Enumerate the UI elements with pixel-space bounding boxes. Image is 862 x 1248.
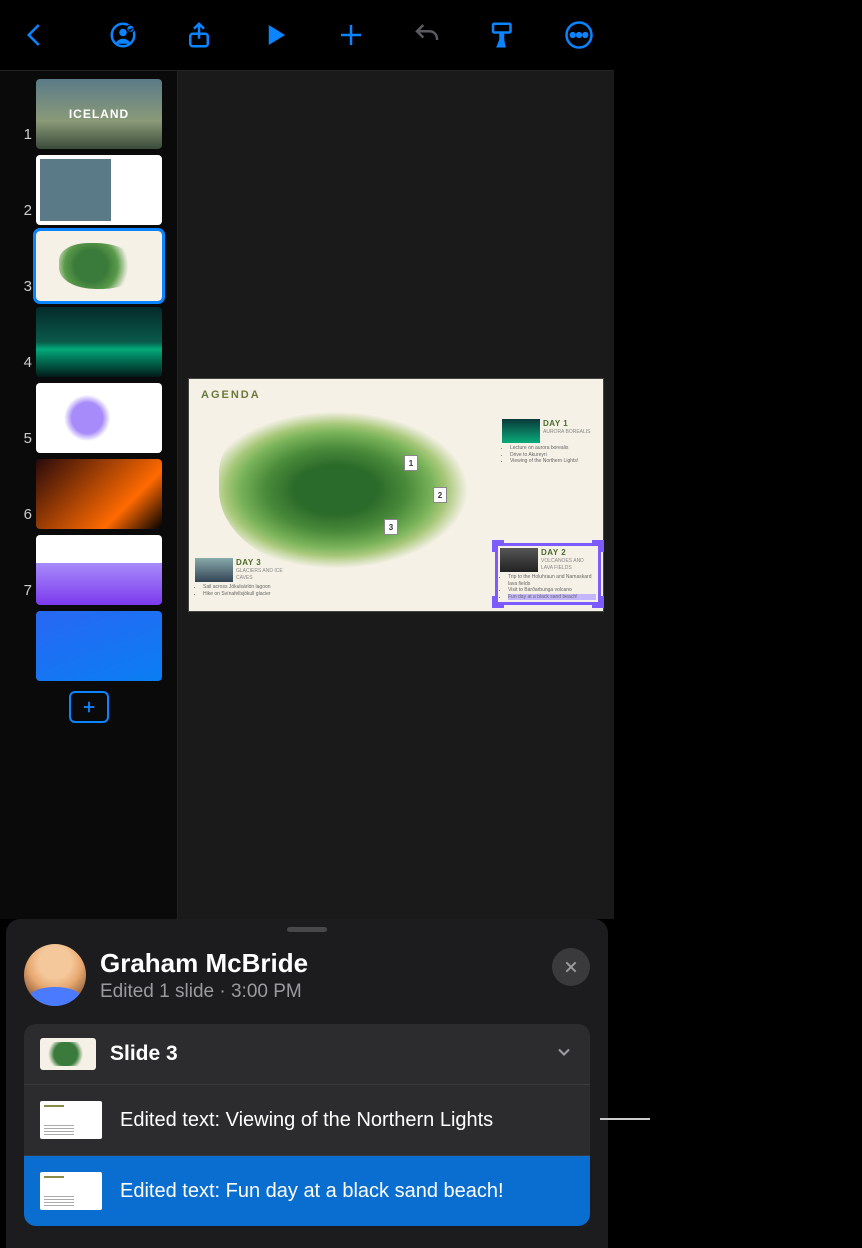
thumbnail-3[interactable]: 3 [4,229,173,303]
more-button[interactable] [554,10,604,60]
thumbnail-1[interactable]: 1 ICELAND [4,77,173,151]
edit-preview-icon [40,1172,102,1210]
close-button[interactable] [552,948,590,986]
thumbnail-6[interactable]: 6 [4,457,173,531]
day-1-box[interactable]: DAY 1AURORA BOREALIS Lecture on aurora b… [502,419,597,465]
slide-title: AGENDA [201,389,261,401]
day-2-box-selected[interactable]: DAY 2VOLCANOES AND LAVA FIELDS Trip to t… [497,545,599,603]
format-button[interactable] [478,10,528,60]
callout-line [600,1118,650,1120]
play-button[interactable] [250,10,300,60]
map-pin-1: 1 [404,455,418,471]
day-3-box[interactable]: DAY 3GLACIERS AND ICE CAVES Sail across … [195,558,290,597]
add-slide-button[interactable] [69,691,109,723]
edit-preview-icon [40,1101,102,1139]
add-button[interactable] [326,10,376,60]
slide-canvas[interactable]: AGENDA 1 2 3 DAY 1AURORA BOREALIS Lectur… [178,71,614,919]
editor-name: Graham McBride [100,948,308,979]
thumbnail-4[interactable]: 4 [4,305,173,379]
activity-meta: Edited 1 slide · 3:00 PM [100,981,308,1003]
slide[interactable]: AGENDA 1 2 3 DAY 1AURORA BOREALIS Lectur… [189,379,603,611]
card-title: Slide 3 [110,1042,540,1066]
toolbar [0,0,614,70]
activity-card: Slide 3 Edited text: Viewing of the Nort… [24,1024,590,1226]
thumbnail-5[interactable]: 5 [4,381,173,455]
card-header[interactable]: Slide 3 [24,1024,590,1085]
avatar [24,944,86,1006]
collaborate-button[interactable] [98,10,148,60]
activity-panel: Graham McBride Edited 1 slide · 3:00 PM … [6,919,608,1248]
back-button[interactable] [10,10,60,60]
map-pin-3: 3 [384,519,398,535]
thumbnail-2[interactable]: 2 [4,153,173,227]
thumbnail-8[interactable] [4,609,173,683]
map-pin-2: 2 [433,487,447,503]
edit-row-2-selected[interactable]: Edited text: Fun day at a black sand bea… [24,1156,590,1226]
slide-thumbnail-icon [40,1038,96,1070]
chevron-down-icon [554,1042,574,1067]
thumbnail-7[interactable]: 7 [4,533,173,607]
slide-navigator[interactable]: 1 ICELAND 2 3 4 5 6 [0,71,178,919]
share-button[interactable] [174,10,224,60]
edit-row-1[interactable]: Edited text: Viewing of the Northern Lig… [24,1085,590,1156]
drag-handle[interactable] [287,927,327,932]
undo-button[interactable] [402,10,452,60]
